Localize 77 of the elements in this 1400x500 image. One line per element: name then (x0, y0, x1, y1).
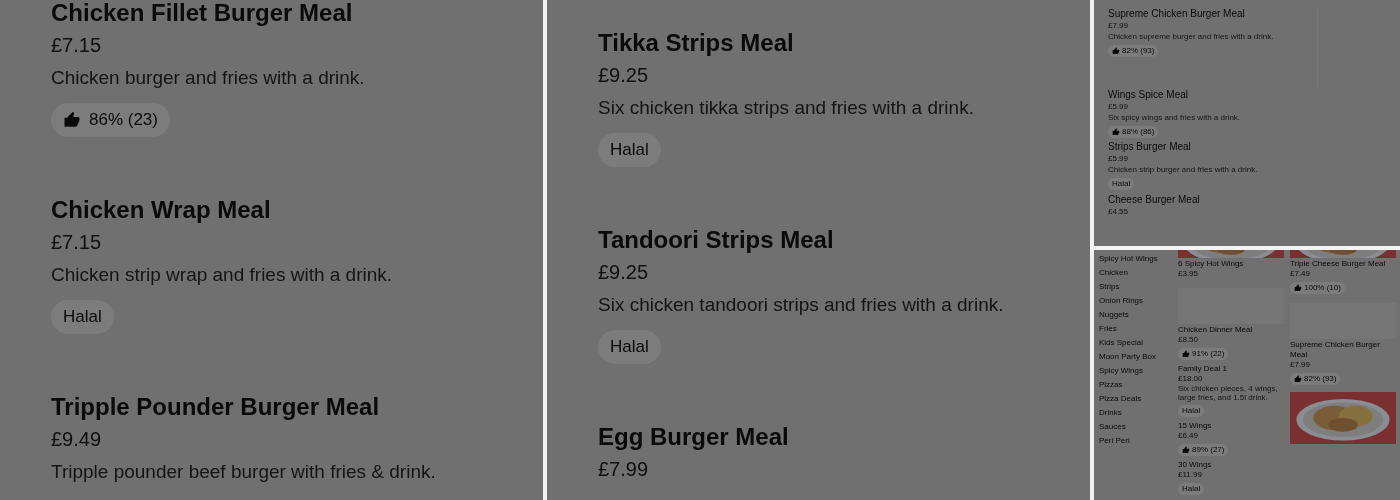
card-price: £11.99 (1178, 470, 1203, 480)
item-title: Wings Spice Meal (1108, 88, 1190, 101)
halal-tag: Halal (51, 300, 114, 334)
category-link[interactable]: Drinks (1099, 408, 1178, 418)
category-link[interactable]: Strips (1099, 282, 1178, 292)
card-title: Supreme Chicken Burger Meal (1290, 340, 1381, 360)
item-description: Chicken supreme burger and fries with a drink. (1108, 31, 1275, 42)
thumbs-up-icon (63, 110, 81, 129)
thumbs-up-icon (1182, 350, 1190, 358)
rating-text: 88% (86) (1122, 126, 1155, 137)
category-link[interactable]: Pizza Deals (1099, 394, 1178, 404)
category-link[interactable]: Spicy Hot Wings (1099, 254, 1178, 264)
rating-text: 91% (22) (1192, 349, 1225, 359)
halal-tag: Halal (1108, 178, 1135, 191)
item-title: Tandoori Strips Meal (598, 225, 835, 255)
card-price: £8.50 (1178, 335, 1200, 345)
item-title: Tikka Strips Meal (598, 28, 795, 58)
category-link[interactable]: Kids Special (1099, 338, 1178, 348)
item-price: £9.25 (598, 63, 650, 88)
halal-tag: Halal (1178, 405, 1205, 417)
item-title: Chicken Fillet Burger Meal (51, 0, 354, 28)
rating-text: 100% (10) (1304, 283, 1341, 293)
item-price: £7.15 (51, 33, 103, 58)
thumbs-up-icon (1294, 284, 1302, 292)
category-link[interactable]: Spicy Wings (1099, 366, 1178, 376)
item-description: Six spicy wings and fries with a drink. (1108, 111, 1242, 123)
card-price: £18.00 (1178, 374, 1204, 384)
card-price: £7.49 (1290, 269, 1312, 279)
item-title: Tripple Pounder Burger Meal (51, 392, 381, 422)
item-title: Supreme Chicken Burger Meal (1108, 8, 1246, 20)
card-title: 30 Wings (1178, 460, 1213, 470)
thumbs-up-icon (1112, 127, 1120, 136)
rating-text: 89% (27) (1192, 445, 1225, 455)
item-price: £5.99 (1108, 153, 1130, 165)
item-title: Chicken Wrap Meal (51, 195, 272, 225)
item-description: Chicken burger and fries with a drink. (51, 66, 366, 90)
item-title: Egg Burger Meal (598, 422, 790, 452)
category-link[interactable]: Peri Peri (1099, 436, 1178, 446)
card-price: £6.49 (1178, 431, 1200, 441)
rating-text: 86% (23) (89, 109, 158, 131)
item-description: Chicken strip wrap and fries with a drink. (51, 263, 394, 287)
category-link[interactable]: Moon Party Box (1099, 352, 1178, 362)
item-title: Strips Burger Meal (1108, 141, 1192, 154)
halal-tag: Halal (598, 133, 661, 167)
item-description: Tripple pounder beef burger with fries & drink. (51, 460, 437, 484)
card-description: Six chicken pieces, 4 wings, large fries, and 1.5l drink. (1178, 384, 1279, 402)
thumbs-up-icon (1182, 446, 1190, 454)
card-title: Family Deal 1 (1178, 364, 1228, 374)
item-price: £7.99 (1108, 20, 1130, 31)
card-price: £3.95 (1178, 269, 1200, 279)
category-link[interactable]: Fries (1099, 324, 1178, 334)
rating-text: 82% (93) (1122, 46, 1155, 56)
item-price: £5.99 (1108, 100, 1130, 112)
item-price: £9.49 (51, 427, 103, 452)
card-title: 6 Spicy Hot Wings (1178, 259, 1245, 269)
category-link[interactable]: Onion Rings (1099, 296, 1178, 306)
card-price: £7.99 (1290, 360, 1312, 370)
item-price: £4.55 (1108, 205, 1130, 217)
item-description: Six chicken tikka strips and fries with a drink. (598, 96, 975, 120)
category-link[interactable]: Nuggets (1099, 310, 1178, 320)
item-price: £7.15 (51, 230, 103, 255)
halal-tag: Halal (1178, 483, 1205, 495)
item-price: £9.25 (598, 260, 650, 285)
item-description: Six chicken tandoori strips and fries with a drink. (598, 293, 1005, 317)
category-link[interactable]: Chicken (1099, 268, 1178, 278)
item-title: Cheese Burger Meal (1108, 193, 1201, 206)
category-link[interactable]: Sauces (1099, 422, 1178, 432)
halal-tag: Halal (598, 330, 661, 364)
card-title: 15 Wings (1178, 421, 1213, 431)
item-price: £7.99 (598, 457, 650, 482)
thumbs-up-icon (1294, 375, 1302, 383)
item-description: Chicken strip burger and fries with a drink. (1108, 164, 1259, 176)
thumbs-up-icon (1112, 47, 1120, 55)
card-title: Triple Cheese Burger Meal (1290, 259, 1387, 269)
rating-text: 82% (93) (1304, 374, 1337, 384)
category-link[interactable]: Pizzas (1099, 380, 1178, 390)
card-title: Chicken Dinner Meal (1178, 325, 1254, 335)
